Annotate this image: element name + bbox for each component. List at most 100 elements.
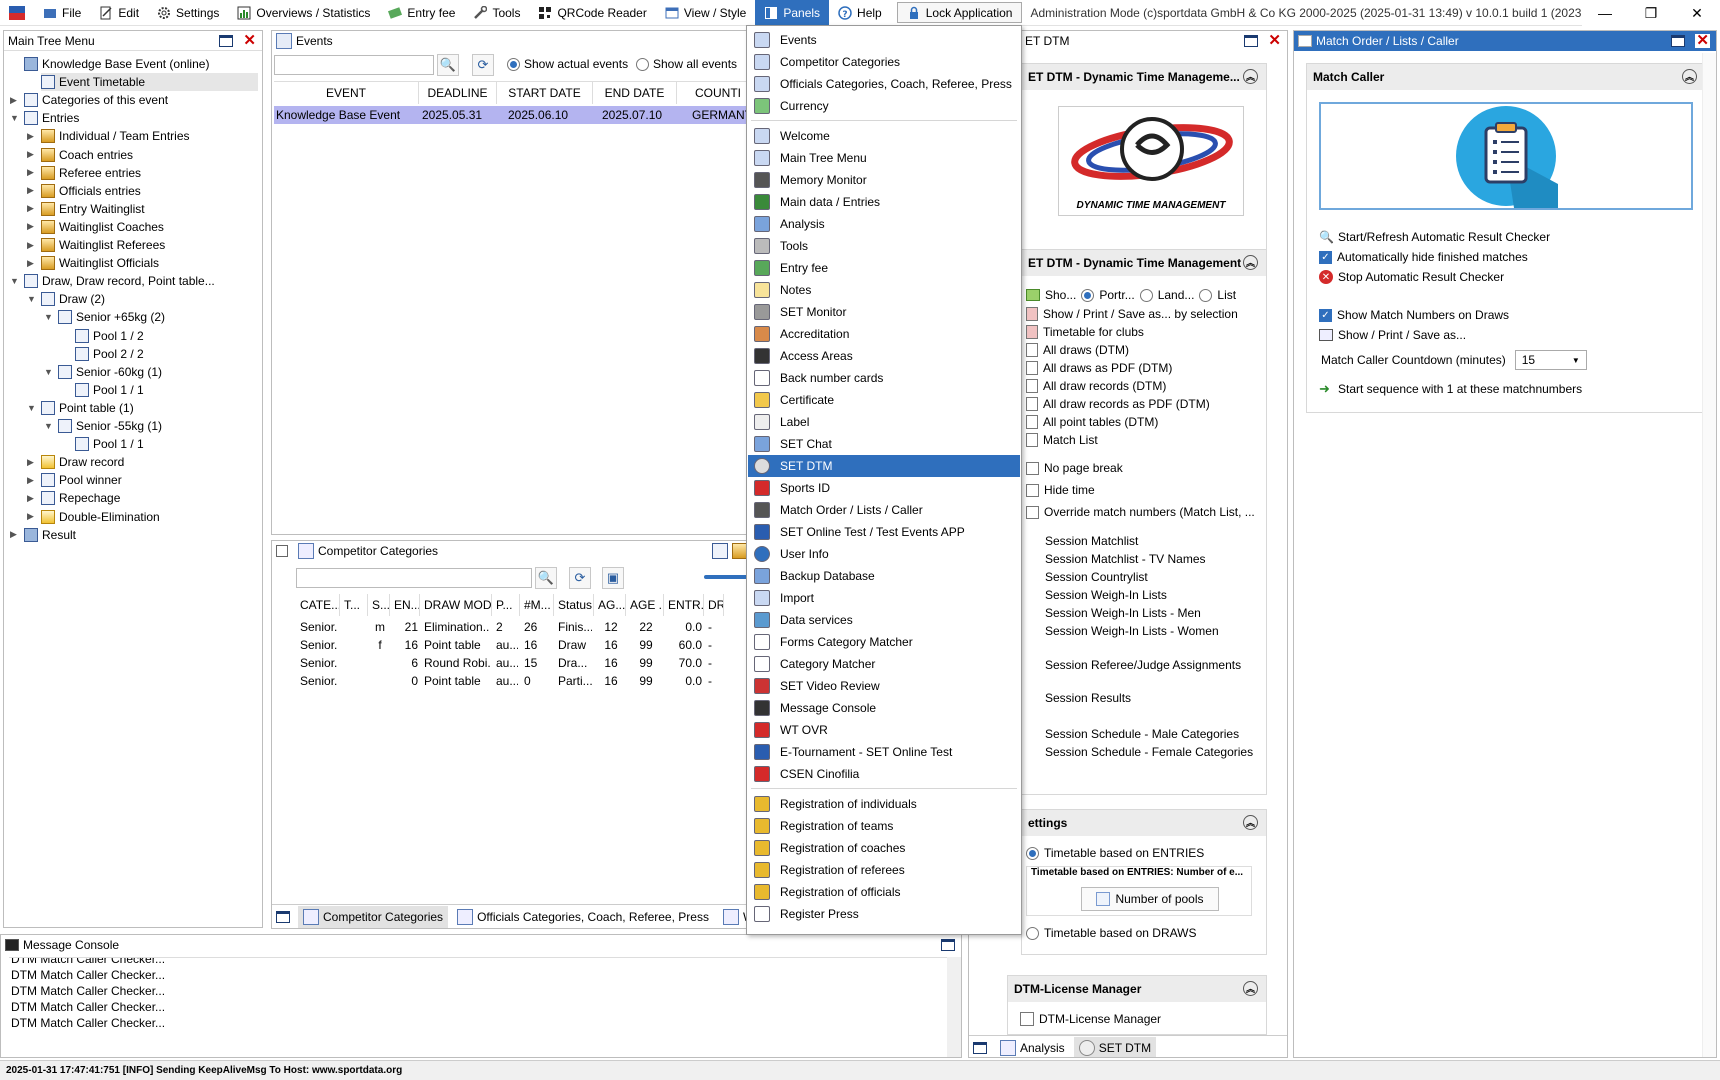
menu-item-wt-ovr[interactable]: WT OVR [748, 719, 1020, 741]
dtm-list-item[interactable]: Timetable for clubs [1026, 323, 1144, 341]
expanded-arrow-icon[interactable]: ▼ [27, 399, 36, 417]
close-panel-icon[interactable]: ✕ [243, 33, 256, 48]
column-header[interactable]: T... [340, 594, 368, 616]
tab-competitor-categories[interactable]: Competitor Categories [298, 905, 449, 928]
collapsed-arrow-icon[interactable]: ▶ [27, 254, 34, 272]
col-country[interactable]: COUNTI [677, 82, 748, 104]
menu-qrcode-reader[interactable]: QRCode Reader [529, 0, 655, 26]
menu-file[interactable]: File [34, 0, 90, 26]
dtm-section2-header[interactable]: ET DTM - Dynamic Time Management ︽ [1022, 250, 1266, 276]
collapsed-arrow-icon[interactable]: ▶ [27, 182, 34, 200]
menu-item-registration-of-coaches[interactable]: Registration of coaches [748, 837, 1020, 859]
column-header[interactable]: AGE ... [626, 594, 664, 616]
table-row[interactable]: Senior... f 16 Point table au... 16 Draw 16 99 60… [296, 636, 748, 654]
tree-item[interactable]: Individual / Team Entries [41, 127, 190, 145]
collapsed-arrow-icon[interactable]: ▶ [27, 200, 34, 218]
collapsed-arrow-icon[interactable]: ▶ [27, 236, 34, 254]
column-header[interactable]: DR [704, 594, 724, 616]
collapse-icon[interactable]: ︽ [1243, 981, 1258, 996]
menu-item-tools[interactable]: Tools [748, 235, 1020, 257]
collapsed-arrow-icon[interactable]: ▶ [27, 508, 34, 526]
tree-item[interactable]: Result [24, 526, 76, 544]
tree-item[interactable]: Waitinglist Coaches [41, 218, 164, 236]
tab-window-icon[interactable] [973, 1041, 987, 1054]
menu-item-set-video-review[interactable]: SET Video Review [748, 675, 1020, 697]
collapsed-arrow-icon[interactable]: ▶ [10, 526, 17, 544]
table-row[interactable]: Knowledge Base Event 2025.05.31 2025.06.… [274, 106, 748, 124]
radio-portrait[interactable] [1081, 288, 1095, 302]
maximize-icon[interactable] [941, 939, 955, 951]
dtm-checkbox[interactable]: No page break [1026, 459, 1123, 477]
license-manager-item[interactable]: DTM-License Manager [1020, 1010, 1161, 1028]
dtm-list-item[interactable]: Session Weigh-In Lists [1026, 586, 1167, 604]
collapse-icon[interactable]: ︽ [1682, 69, 1697, 84]
column-header[interactable]: CATE... [296, 594, 340, 616]
menu-item-back-number-cards[interactable]: Back number cards [748, 367, 1020, 389]
dtm-list-item[interactable]: Show / Print / Save as... by selection [1026, 305, 1238, 323]
menu-item-access-areas[interactable]: Access Areas [748, 345, 1020, 367]
menu-item-user-info[interactable]: User Info [748, 543, 1020, 565]
categories-search-input[interactable] [296, 568, 532, 588]
dtm-checkbox[interactable]: Hide time [1026, 481, 1095, 499]
console-scrollbar[interactable] [947, 957, 961, 1057]
search-icon[interactable]: 🔍 [535, 567, 557, 589]
countdown-select[interactable]: 15 ▼ [1514, 350, 1587, 370]
radio-all-events[interactable]: Show all events [636, 57, 737, 71]
tree-item[interactable]: Senior -55kg (1) [58, 417, 162, 435]
radio-list[interactable] [1199, 288, 1213, 302]
dtm-list-item[interactable]: Session Schedule - Female Categories [1026, 743, 1253, 761]
tree-item[interactable]: Double-Elimination [41, 508, 160, 526]
column-header[interactable]: S... [368, 594, 390, 616]
dtm-list-item[interactable]: Session Matchlist [1026, 532, 1138, 550]
maximize-icon[interactable] [1244, 35, 1259, 47]
dtm-list-item[interactable]: All draws (DTM) [1026, 341, 1129, 359]
menu-edit[interactable]: Edit [90, 0, 148, 26]
tab-welcome[interactable]: We [718, 906, 748, 928]
collapsed-arrow-icon[interactable]: ▶ [27, 164, 34, 182]
maximize-icon[interactable] [219, 35, 234, 47]
search-icon[interactable]: 🔍 [437, 54, 459, 76]
menu-item-notes[interactable]: Notes [748, 279, 1020, 301]
menu-item-officials-categories-coach-referee-press[interactable]: Officials Categories, Coach, Referee, Pr… [748, 73, 1020, 95]
tree-item[interactable]: Knowledge Base Event (online) [24, 55, 209, 73]
column-header[interactable]: Status [554, 594, 594, 616]
menu-item-competitor-categories[interactable]: Competitor Categories [748, 51, 1020, 73]
col-event[interactable]: EVENT [274, 82, 419, 104]
tree-item[interactable]: Officials entries [41, 182, 141, 200]
tree-item[interactable]: Categories of this event [24, 91, 168, 109]
menu-view-style[interactable]: View / Style [656, 0, 755, 26]
match-order-scrollbar[interactable] [1702, 53, 1716, 1057]
menu-item-main-data-entries[interactable]: Main data / Entries [748, 191, 1020, 213]
save-layout-icon[interactable] [712, 543, 728, 559]
tree-item[interactable]: Repechage [41, 489, 120, 507]
dtm-list-item[interactable]: Session Schedule - Male Categories [1026, 725, 1239, 743]
menu-item-currency[interactable]: Currency [748, 95, 1020, 117]
copy-icon[interactable] [276, 545, 288, 557]
menu-item-registration-of-individuals[interactable]: Registration of individuals [748, 793, 1020, 815]
menu-item-csen-cinofilia[interactable]: CSEN Cinofilia [748, 763, 1020, 785]
menu-item-registration-of-officials[interactable]: Registration of officials [748, 881, 1020, 903]
menu-item-register-press[interactable]: Register Press [748, 903, 1020, 925]
menu-item-match-order-lists-caller[interactable]: Match Order / Lists / Caller [748, 499, 1020, 521]
menu-item-message-console[interactable]: Message Console [748, 697, 1020, 719]
collapsed-arrow-icon[interactable]: ▶ [27, 471, 34, 489]
column-header[interactable]: DRAW MODE [420, 594, 492, 616]
tree-item[interactable]: Pool winner [41, 471, 122, 489]
menu-item-accreditation[interactable]: Accreditation [748, 323, 1020, 345]
menu-item-e-tournament-set-online-test[interactable]: E-Tournament - SET Online Test [748, 741, 1020, 763]
menu-panels[interactable]: Panels [755, 0, 830, 26]
expanded-arrow-icon[interactable]: ▼ [27, 290, 36, 308]
match-caller-header[interactable]: Match Caller ︽ [1307, 64, 1705, 90]
tree-item[interactable]: Referee entries [41, 164, 141, 182]
collapse-icon[interactable]: ︽ [1243, 255, 1258, 270]
tab-officials-categories[interactable]: Officials Categories, Coach, Referee, Pr… [452, 906, 714, 928]
tree-item[interactable]: Coach entries [41, 146, 133, 164]
stop-checker[interactable]: ✕ Stop Automatic Result Checker [1319, 268, 1504, 286]
tree-item[interactable]: Pool 1 / 1 [75, 435, 144, 453]
collapsed-arrow-icon[interactable]: ▶ [27, 146, 34, 164]
tree-item[interactable]: Draw (2) [41, 290, 105, 308]
menu-help[interactable]: ? Help [829, 0, 891, 26]
collapsed-arrow-icon[interactable]: ▶ [10, 91, 17, 109]
tree-item[interactable]: Pool 2 / 2 [75, 345, 144, 363]
menu-item-forms-category-matcher[interactable]: Forms Category Matcher [748, 631, 1020, 653]
